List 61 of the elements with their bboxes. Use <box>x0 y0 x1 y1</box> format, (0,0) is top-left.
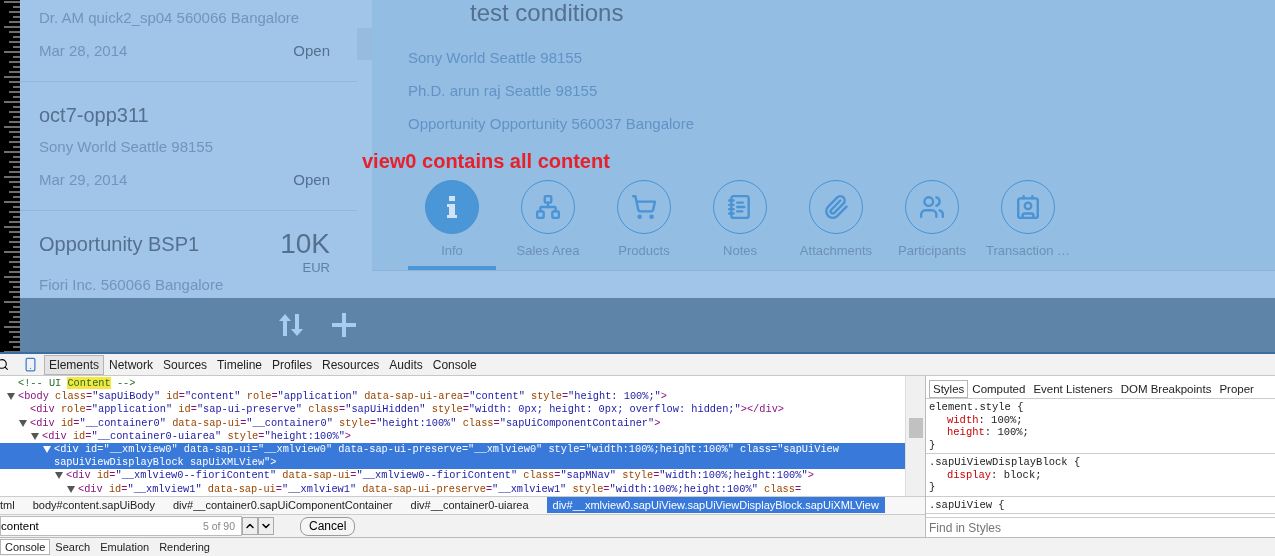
code-line[interactable]: <div id="__container0-uiarea" style="height:100%"> <box>0 429 905 443</box>
filter-field[interactable]: Find in Styles <box>926 517 1275 537</box>
styles-tab[interactable]: Styles <box>929 380 969 398</box>
code-line[interactable]: <div id="__xmlview1" data-sap-ui="__xmlview1" data-sap-ui-preserve="__xmlview1" style="width:100%;height:100%" class= <box>0 482 905 496</box>
expand-arrow-icon[interactable] <box>31 432 39 440</box>
expand-arrow-icon[interactable] <box>43 446 51 453</box>
expand-arrow-icon[interactable] <box>7 393 15 401</box>
item-status: Open <box>293 170 330 188</box>
devtools-tab[interactable]: Sources <box>158 354 213 375</box>
breadcrumb[interactable]: body#content.sapUiBody <box>26 497 161 514</box>
styles-tab[interactable]: Computed <box>968 380 1030 398</box>
paperclip-icon <box>823 194 849 220</box>
detail-title: test conditions <box>470 0 625 26</box>
scrollbar-thumb[interactable] <box>908 418 923 438</box>
drawer-tab[interactable]: Console <box>0 539 51 555</box>
devtools-tab[interactable]: Console <box>427 354 482 375</box>
info-icon <box>446 196 458 218</box>
devtools-tab[interactable]: Resources <box>317 354 385 375</box>
breadcrumb[interactable]: div#__container0.sapUiComponentContainer <box>167 497 399 514</box>
item-title: oct7-opp311 <box>39 103 149 127</box>
phone-icon[interactable] <box>23 357 38 372</box>
item-title: Opportunity BSP1 <box>39 232 200 256</box>
code-line[interactable]: <body class="sapUiBody" id="content" role="application" data-sap-ui-area="content" style="height: 100%;"> <box>0 390 905 404</box>
breadcrumb[interactable]: tml <box>0 497 21 514</box>
styles-tab[interactable]: DOM Breakpoints <box>1116 380 1216 398</box>
annotation-text: view0 contains all content <box>362 150 610 173</box>
people-icon <box>919 194 945 220</box>
previous-button[interactable] <box>242 517 258 536</box>
devtools-tab[interactable]: Audits <box>384 354 428 375</box>
item-status: Open <box>293 41 330 59</box>
item-amount: 10K <box>280 228 330 260</box>
breadcrumb[interactable]: div#__xmlview0.sapUiView.sapUiViewDisplayBlock.sapUiXMLView <box>546 497 885 514</box>
notepad-icon <box>727 194 753 220</box>
match-count: 5 of 90 <box>202 520 235 533</box>
contact-card-icon <box>1015 194 1041 220</box>
drawer-tab[interactable]: Rendering <box>154 539 215 555</box>
devtools-tab[interactable]: Network <box>104 354 159 375</box>
devtools-tab[interactable]: Timeline <box>212 354 267 375</box>
expand-arrow-icon[interactable] <box>19 419 27 427</box>
styles-tab[interactable]: Proper <box>1215 380 1258 398</box>
cart-icon <box>631 194 657 220</box>
code-line[interactable]: <div id="__xmlview0--fioriContent" data-sap-ui="__xmlview0--fioriContent" class="sapMNav" style="width:100%;height:100%"> <box>0 469 905 483</box>
css-rule: .sapUiViewDisplayBlock { display: block; } <box>926 454 1275 497</box>
expand-arrow-icon[interactable] <box>67 485 75 493</box>
code-line: <!-- UI Content --> <box>17 377 137 391</box>
drawer-tab[interactable]: Emulation <box>95 539 155 555</box>
search-field[interactable]: content 5 of 90 <box>0 516 242 537</box>
expand-arrow-icon[interactable] <box>55 472 63 480</box>
cancel-button[interactable]: Cancel <box>300 516 356 536</box>
devtools-tab[interactable]: Profiles <box>267 354 317 375</box>
code-line[interactable]: <div role="application" id="sap-ui-preserve" class="sapUiHidden" style="width: 0px; height: 0px; overflow: hidden;"></div> <box>0 403 905 417</box>
next-button[interactable] <box>258 517 274 536</box>
drawer-tab[interactable]: Search <box>50 539 96 555</box>
devtools-tab[interactable]: Elements <box>44 354 105 375</box>
breadcrumb[interactable]: div#__container0-uiarea <box>404 497 535 514</box>
styles-tab[interactable]: Event Listeners <box>1029 380 1117 398</box>
hierarchy-icon <box>535 194 561 220</box>
css-rule: element.style { width: 100%; height: 100%; } <box>926 399 1275 454</box>
code-line[interactable]: <div id="__container0" data-sap-ui="__container0" style="height:100%" class="sapUiComponentContainer"> <box>0 416 905 430</box>
css-rule: .sapUiView { <box>926 496 1275 514</box>
item-currency: EUR <box>302 260 330 276</box>
